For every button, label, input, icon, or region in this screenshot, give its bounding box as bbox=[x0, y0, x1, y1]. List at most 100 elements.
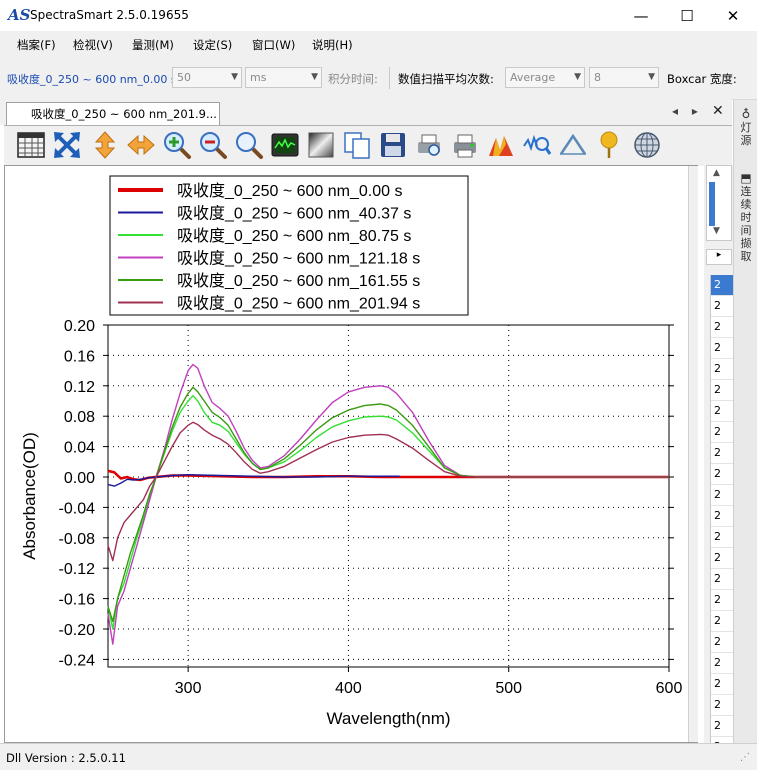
list-item[interactable]: 2 bbox=[711, 296, 733, 317]
x-axis-label: Wavelength(nm) bbox=[326, 709, 450, 728]
legend-entry: 吸收度_0_250 ~ 600 nm_121.18 s bbox=[177, 250, 420, 268]
maximize-button[interactable]: ☐ bbox=[664, 0, 710, 31]
list-item[interactable]: 2 bbox=[711, 695, 733, 716]
marker-pin-icon[interactable] bbox=[594, 130, 624, 160]
vertical-scale-icon[interactable] bbox=[90, 130, 120, 160]
peak-search-icon[interactable] bbox=[522, 130, 552, 160]
light-source-tab[interactable]: ♁ 灯源 bbox=[737, 108, 755, 148]
integration-value-select[interactable]: 50 ▼ bbox=[172, 67, 242, 88]
list-item[interactable]: 2 bbox=[711, 485, 733, 506]
list-item[interactable]: 2 bbox=[711, 317, 733, 338]
list-item[interactable]: 2 bbox=[711, 275, 733, 296]
list-item[interactable]: 2 bbox=[711, 506, 733, 527]
document-tab[interactable]: 吸收度_0_250 ~ 600 nm_201.9... bbox=[6, 102, 220, 125]
scroll-down-icon[interactable]: ▼ bbox=[713, 226, 720, 236]
menu-file[interactable]: 档案(F) bbox=[17, 37, 56, 53]
chart-scrollbar[interactable] bbox=[688, 166, 698, 742]
average-count-select[interactable]: 8 ▼ bbox=[589, 67, 659, 88]
list-item[interactable]: 2 bbox=[711, 464, 733, 485]
resize-grip-icon[interactable]: ⋰ bbox=[740, 752, 750, 763]
grid-table-icon[interactable] bbox=[16, 130, 46, 160]
side-tab-bar: ♁ 灯源 ⬒ 连续时间撷取 bbox=[733, 100, 757, 743]
integration-unit-select[interactable]: ms ▼ bbox=[245, 67, 322, 88]
scroll-up-icon[interactable]: ▲ bbox=[713, 168, 720, 178]
title-bar: AS SpectraSmart 2.5.0.19655 — ☐ ✕ bbox=[0, 0, 757, 31]
list-item[interactable]: 2 bbox=[711, 716, 733, 737]
status-bar: Dll Version : 2.5.0.11 ⋰ bbox=[0, 743, 757, 770]
spectrum-list-pane: ▲ ▼ ▸ 22222222222222222222222 bbox=[704, 165, 734, 758]
minimize-button[interactable]: — bbox=[618, 0, 664, 31]
continuous-capture-tab[interactable]: ⬒ 连续时间撷取 bbox=[737, 171, 755, 264]
list-item[interactable]: 2 bbox=[711, 653, 733, 674]
horizontal-scale-icon[interactable] bbox=[126, 130, 156, 160]
list-item[interactable]: 2 bbox=[711, 338, 733, 359]
app-logo-icon: AS bbox=[8, 6, 31, 24]
menu-help[interactable]: 说明(H) bbox=[312, 37, 353, 53]
list-nav-button[interactable]: ▸ bbox=[706, 249, 732, 265]
window-title: SpectraSmart 2.5.0.19655 bbox=[30, 8, 189, 22]
list-item[interactable]: 2 bbox=[711, 527, 733, 548]
capture-icon: ⬒ bbox=[740, 171, 752, 185]
oscilloscope-icon[interactable] bbox=[270, 130, 300, 160]
average-count-text: 8 bbox=[594, 71, 601, 84]
chevron-down-icon: ▼ bbox=[231, 72, 238, 82]
integration-value-text: 50 bbox=[177, 71, 191, 84]
y-tick-label: 0.20 bbox=[64, 318, 95, 335]
selection-indicator bbox=[709, 182, 715, 226]
y-tick-label: -0.12 bbox=[59, 561, 96, 578]
list-item[interactable]: 2 bbox=[711, 359, 733, 380]
document-close-button[interactable]: ✕ bbox=[712, 103, 724, 119]
gradient-icon[interactable] bbox=[306, 130, 336, 160]
globe-grid-icon[interactable] bbox=[632, 130, 662, 160]
x-tick-label: 300 bbox=[175, 680, 202, 697]
tab-scroll-left-icon[interactable]: ◂ bbox=[672, 104, 678, 118]
list-item[interactable]: 2 bbox=[711, 611, 733, 632]
list-item[interactable]: 2 bbox=[711, 569, 733, 590]
y-tick-label: -0.24 bbox=[59, 652, 96, 669]
list-item[interactable]: 2 bbox=[711, 590, 733, 611]
save-icon[interactable] bbox=[378, 130, 408, 160]
list-item[interactable]: 2 bbox=[711, 674, 733, 695]
zoom-out-icon[interactable] bbox=[198, 130, 228, 160]
zoom-reset-icon[interactable] bbox=[234, 130, 264, 160]
list-item[interactable]: 2 bbox=[711, 401, 733, 422]
list-item[interactable]: 2 bbox=[711, 380, 733, 401]
x-tick-label: 500 bbox=[495, 680, 522, 697]
separator bbox=[389, 67, 390, 89]
print-icon[interactable] bbox=[450, 130, 480, 160]
list-item[interactable]: 2 bbox=[711, 632, 733, 653]
absorbance-chart[interactable]: 0.20 0.16 0.12 0.08 0.04 0.00 -0.04 -0.08 -0.12 -… bbox=[5, 166, 689, 742]
series-line bbox=[107, 421, 669, 562]
y-tick-label: 0.00 bbox=[64, 470, 95, 487]
average-mode-select[interactable]: Average ▼ bbox=[505, 67, 585, 88]
zoom-in-icon[interactable] bbox=[162, 130, 192, 160]
series-line bbox=[107, 394, 669, 630]
list-item[interactable]: 2 bbox=[711, 548, 733, 569]
menu-settings[interactable]: 设定(S) bbox=[193, 37, 232, 53]
y-tick-label: -0.08 bbox=[59, 531, 96, 548]
x-tick-label: 400 bbox=[335, 680, 362, 697]
y-tick-label: 0.08 bbox=[64, 409, 95, 426]
close-button[interactable]: ✕ bbox=[710, 0, 756, 31]
chevron-down-icon: ▼ bbox=[574, 72, 581, 82]
spectrum-list: 22222222222222222222222 bbox=[710, 275, 733, 758]
list-item[interactable]: 2 bbox=[711, 422, 733, 443]
tab-scroll-right-icon[interactable]: ▸ bbox=[692, 104, 698, 118]
y-tick-label: 0.16 bbox=[64, 348, 95, 365]
chart-panel: 0.20 0.16 0.12 0.08 0.04 0.00 -0.04 -0.08 -0.12 -… bbox=[4, 165, 698, 743]
spectrum-name-label: 吸收度_0_250 ~ 600 nm_0.00 s bbox=[7, 73, 177, 86]
parameter-bar: 吸收度_0_250 ~ 600 nm_0.00 s 50 ▼ ms ▼ 积分时间… bbox=[0, 57, 757, 100]
list-item[interactable]: 2 bbox=[711, 443, 733, 464]
fit-all-icon[interactable] bbox=[52, 130, 82, 160]
legend-entry: 吸收度_0_250 ~ 600 nm_40.37 s bbox=[177, 205, 411, 223]
menu-window[interactable]: 窗口(W) bbox=[252, 37, 295, 53]
copy-icon[interactable] bbox=[342, 130, 372, 160]
legend-entry: 吸收度_0_250 ~ 600 nm_201.94 s bbox=[177, 295, 420, 313]
peak-color-icon[interactable] bbox=[486, 130, 516, 160]
menu-measure[interactable]: 量测(M) bbox=[132, 37, 174, 53]
print-preview-icon[interactable] bbox=[414, 130, 444, 160]
averaging-label: 数值扫描平均次数: bbox=[398, 72, 494, 86]
menu-view[interactable]: 检视(V) bbox=[73, 37, 113, 53]
baseline-icon[interactable] bbox=[558, 130, 588, 160]
y-tick-label: 0.04 bbox=[64, 440, 95, 457]
